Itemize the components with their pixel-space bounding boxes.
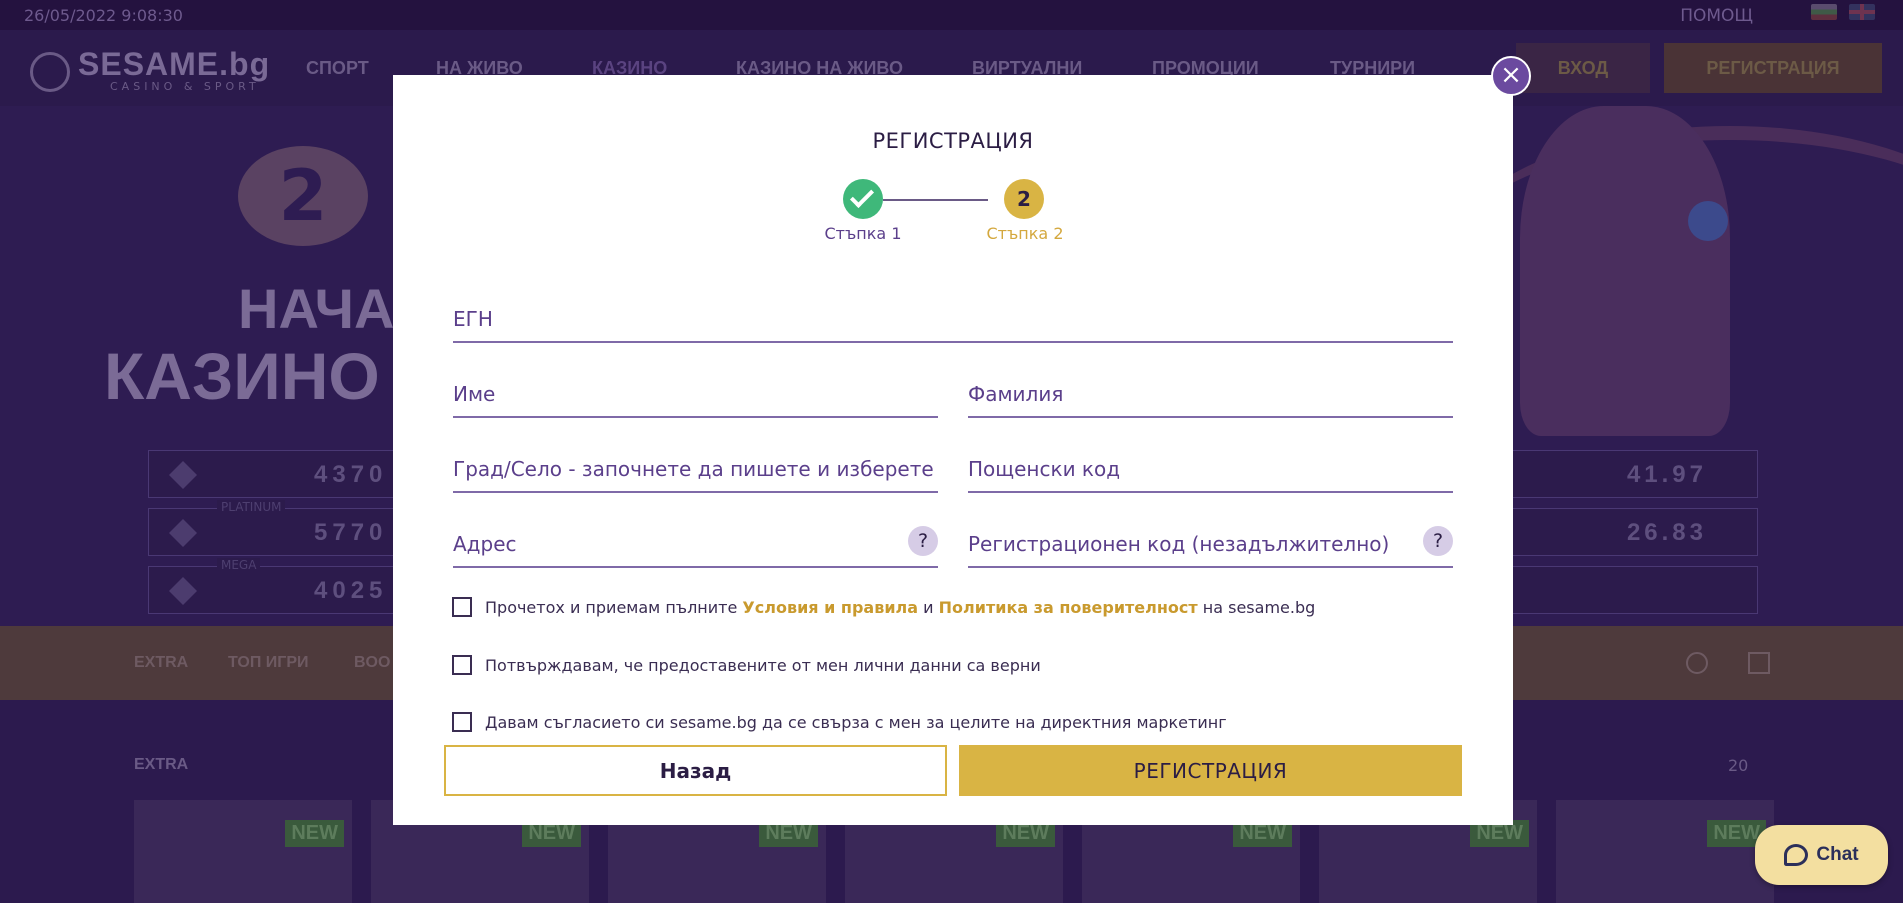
city-field[interactable]: Град/Село - започнете да пишете и избере… xyxy=(453,447,938,493)
terms-link[interactable]: Условия и правила xyxy=(742,598,918,617)
egn-field[interactable]: ЕГН xyxy=(453,297,1453,343)
postal-code-field[interactable]: Пощенски код xyxy=(968,447,1453,493)
last-name-placeholder: Фамилия xyxy=(968,382,1064,406)
step-2-active: 2 xyxy=(1004,179,1044,219)
city-placeholder: Град/Село - започнете да пишете и избере… xyxy=(453,457,934,481)
first-name-placeholder: Име xyxy=(453,382,496,406)
first-name-field[interactable]: Име xyxy=(453,372,938,418)
step-1-label: Стъпка 1 xyxy=(824,224,902,243)
address-help-icon[interactable]: ? xyxy=(908,526,938,556)
postal-code-placeholder: Пощенски код xyxy=(968,457,1121,481)
marketing-label: Давам съгласието си sesame.bg да се свър… xyxy=(485,712,1227,732)
address-field[interactable]: Адрес ? xyxy=(453,522,938,568)
privacy-link[interactable]: Политика за поверителност xyxy=(939,598,1198,617)
terms-checkbox-row[interactable]: Прочетох и приемам пълните Условия и пра… xyxy=(452,595,1315,619)
chat-bubble-icon xyxy=(1784,844,1809,866)
step-1-complete xyxy=(843,179,883,219)
marketing-checkbox[interactable] xyxy=(452,712,472,732)
register-button[interactable]: РЕГИСТРАЦИЯ xyxy=(959,745,1462,796)
marketing-checkbox-row[interactable]: Давам съгласието си sesame.bg да се свър… xyxy=(452,710,1227,734)
back-button[interactable]: Назад xyxy=(444,745,947,796)
data-confirm-label: Потвърждавам, че предоставените от мен л… xyxy=(485,655,1041,675)
terms-text-suffix: на sesame.bg xyxy=(1197,597,1316,617)
chat-label: Chat xyxy=(1816,844,1859,865)
last-name-field[interactable]: Фамилия xyxy=(968,372,1453,418)
registration-code-placeholder: Регистрационен код (незадължително) xyxy=(968,532,1390,556)
registration-modal: РЕГИСТРАЦИЯ 2 Стъпка 1 Стъпка 2 ЕГН Име … xyxy=(393,75,1513,825)
step-2-label: Стъпка 2 xyxy=(986,224,1064,243)
egn-placeholder: ЕГН xyxy=(453,307,493,331)
close-icon[interactable]: × xyxy=(1491,56,1531,96)
chat-button[interactable]: Chat xyxy=(1755,825,1888,885)
terms-text-prefix: Прочетох и приемам пълните xyxy=(485,597,743,617)
data-confirm-checkbox[interactable] xyxy=(452,655,472,675)
terms-text-and: и xyxy=(918,597,939,617)
terms-checkbox[interactable] xyxy=(452,597,472,617)
registration-code-help-icon[interactable]: ? xyxy=(1423,526,1453,556)
address-placeholder: Адрес xyxy=(453,532,517,556)
step-indicator: 2 Стъпка 1 Стъпка 2 xyxy=(823,178,1083,248)
step-connector xyxy=(883,199,988,201)
data-confirm-checkbox-row[interactable]: Потвърждавам, че предоставените от мен л… xyxy=(452,653,1041,677)
modal-title: РЕГИСТРАЦИЯ xyxy=(872,129,1034,153)
check-icon xyxy=(849,183,875,209)
registration-code-field[interactable]: Регистрационен код (незадължително) ? xyxy=(968,522,1453,568)
